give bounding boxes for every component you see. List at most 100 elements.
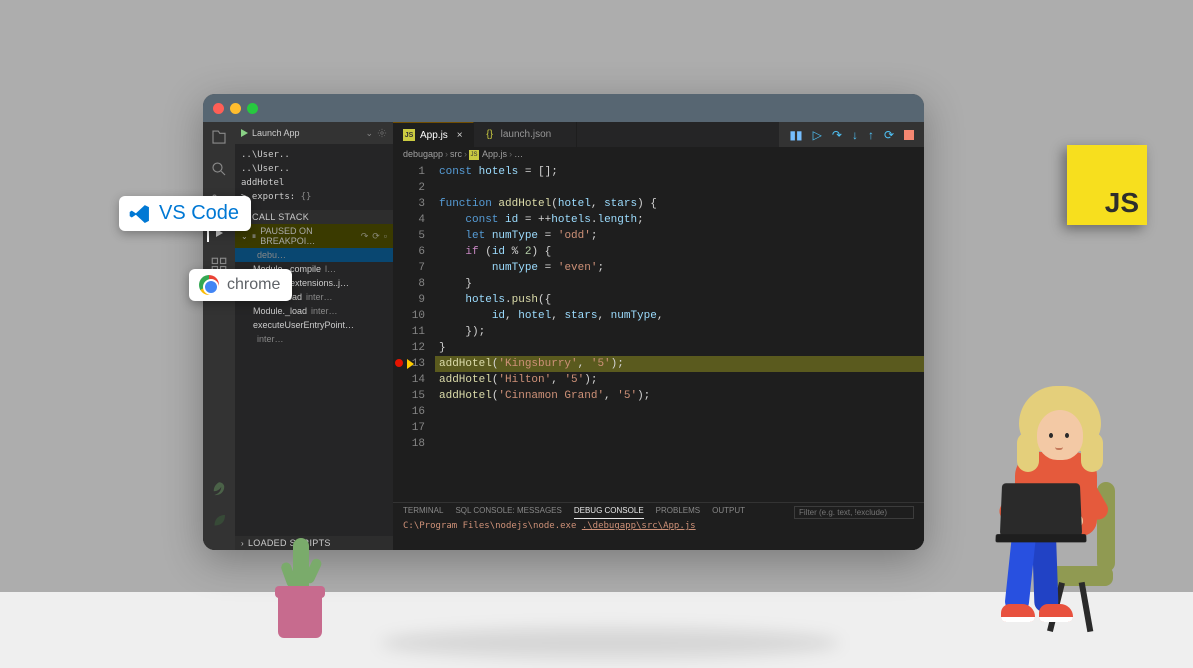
bottom-panel: TERMINAL SQL CONSOLE: MESSAGES DEBUG CONSO…: [393, 502, 924, 550]
callstack-header[interactable]: ⌄ CALL STACK: [235, 210, 393, 224]
continue-button[interactable]: ▷: [813, 128, 822, 142]
chevron-down-icon: ⌄: [241, 232, 248, 241]
code-line[interactable]: }: [435, 340, 924, 356]
maximize-dot[interactable]: [247, 103, 258, 114]
step-icon[interactable]: ↷: [361, 231, 369, 242]
line-number[interactable]: 3: [393, 196, 425, 212]
breadcrumb-item[interactable]: src: [450, 149, 462, 159]
code-line[interactable]: id, hotel, stars, numType,: [435, 308, 924, 324]
console-prefix: C:\Program Files\nodejs\node.exe: [403, 521, 582, 531]
line-number[interactable]: 7: [393, 260, 425, 276]
start-debug-icon[interactable]: [241, 129, 248, 137]
code-line[interactable]: addHotel('Kingsburry', '5');: [435, 356, 924, 372]
step-over-button[interactable]: ↷: [832, 128, 842, 142]
stack-frame[interactable]: debu…: [235, 248, 393, 262]
close-dot[interactable]: [213, 103, 224, 114]
loaded-scripts-header[interactable]: › LOADED SCRIPTS: [235, 536, 393, 550]
code-editor[interactable]: 123456789101112131415161718 const hotels…: [393, 162, 924, 502]
stack-frame[interactable]: executeUserEntryPoint…: [235, 318, 393, 332]
breadcrumb-item[interactable]: …: [514, 149, 523, 159]
panel-tab-sql-console-messages[interactable]: SQL CONSOLE: MESSAGES: [455, 506, 561, 519]
code-line[interactable]: function addHotel(hotel, stars) {: [435, 196, 924, 212]
code-line[interactable]: addHotel('Cinnamon Grand', '5');: [435, 388, 924, 404]
code-line[interactable]: addHotel('Hilton', '5');: [435, 372, 924, 388]
activity-bar: [203, 122, 235, 550]
debug-pane: Launch App ⌄ ..\User....\User.. addHotel…: [235, 122, 393, 550]
code-line[interactable]: hotels.push({: [435, 292, 924, 308]
line-number[interactable]: 8: [393, 276, 425, 292]
stop-icon[interactable]: ▫: [384, 231, 387, 242]
json-file-icon: {}: [484, 129, 496, 141]
line-number[interactable]: 4: [393, 212, 425, 228]
code-line[interactable]: [435, 420, 924, 436]
code-line[interactable]: [435, 404, 924, 420]
panel-tabs: TERMINAL SQL CONSOLE: MESSAGES DEBUG CONSO…: [393, 503, 924, 519]
leaf-icon[interactable]: [210, 480, 228, 498]
step-into-button[interactable]: ↓: [852, 128, 858, 142]
vscode-label: VS Code: [159, 202, 239, 225]
step-out-button[interactable]: ↑: [868, 128, 874, 142]
paused-text: PAUSED ON BREAKPOI…: [260, 226, 356, 246]
gutter: 123456789101112131415161718: [393, 162, 431, 502]
code-line[interactable]: [435, 180, 924, 196]
code-line[interactable]: numType = 'even';: [435, 260, 924, 276]
variable-row[interactable]: addHotel: [241, 176, 387, 190]
debug-console-output: C:\Program Files\nodejs\node.exe .\debug…: [393, 519, 924, 533]
breadcrumb[interactable]: debugapp›src›JSApp.js›…: [393, 147, 924, 162]
line-number[interactable]: 12: [393, 340, 425, 356]
line-number[interactable]: 16: [393, 404, 425, 420]
line-number[interactable]: 14: [393, 372, 425, 388]
line-number[interactable]: 17: [393, 420, 425, 436]
line-number[interactable]: 5: [393, 228, 425, 244]
panel-filter-input[interactable]: [794, 506, 914, 519]
code-line[interactable]: }: [435, 276, 924, 292]
console-link[interactable]: .\debugapp\src\App.js: [582, 521, 696, 531]
stack-frame[interactable]: Module._loadinter…: [235, 304, 393, 318]
pause-button[interactable]: ▮▮: [789, 128, 802, 142]
code-line[interactable]: });: [435, 324, 924, 340]
line-number[interactable]: 18: [393, 436, 425, 452]
line-number[interactable]: 2: [393, 180, 425, 196]
code-line[interactable]: const id = ++hotels.length;: [435, 212, 924, 228]
variable-row[interactable]: ..\User..: [241, 148, 387, 162]
line-number[interactable]: 9: [393, 292, 425, 308]
stop-button[interactable]: [904, 130, 914, 140]
code-line[interactable]: const hotels = [];: [435, 164, 924, 180]
launch-config-select[interactable]: Launch App: [252, 128, 361, 138]
line-number[interactable]: 1: [393, 164, 425, 180]
code-line[interactable]: if (id % 2) {: [435, 244, 924, 260]
restart-button[interactable]: ⟳: [884, 128, 894, 142]
editor-tabs: JSApp.js×{}launch.json× ▮▮ ▷ ↷ ↓ ↑ ⟳: [393, 122, 924, 147]
code-body[interactable]: const hotels = []; function addHotel(hote…: [431, 162, 924, 502]
launch-row: Launch App ⌄: [235, 122, 393, 144]
line-number[interactable]: 11: [393, 324, 425, 340]
panel-tab-terminal[interactable]: TERMINAL: [403, 506, 443, 519]
gear-icon[interactable]: [377, 128, 387, 138]
leaf2-icon[interactable]: [210, 512, 228, 530]
callstack-title: CALL STACK: [252, 212, 309, 222]
tab-launch-json[interactable]: {}launch.json×: [474, 122, 577, 147]
search-icon[interactable]: [210, 160, 228, 178]
explorer-icon[interactable]: [210, 128, 228, 146]
vscode-icon: [129, 203, 151, 225]
breadcrumb-item[interactable]: debugapp: [403, 149, 443, 159]
variable-row[interactable]: > exports: {}: [241, 190, 387, 204]
panel-tab-problems[interactable]: PROBLEMS: [656, 506, 700, 519]
line-number[interactable]: 15: [393, 388, 425, 404]
line-number[interactable]: 13: [393, 356, 425, 372]
vscode-tag: VS Code: [119, 196, 251, 231]
variable-row[interactable]: ..\User..: [241, 162, 387, 176]
line-number[interactable]: 6: [393, 244, 425, 260]
code-line[interactable]: let numType = 'odd';: [435, 228, 924, 244]
breadcrumb-item[interactable]: JSApp.js: [469, 149, 507, 159]
restart-icon[interactable]: ⟳: [372, 231, 380, 242]
tab-app-js[interactable]: JSApp.js×: [393, 122, 474, 147]
panel-tab-debug-console[interactable]: DEBUG CONSOLE: [574, 506, 644, 519]
code-line[interactable]: [435, 436, 924, 452]
stack-frame[interactable]: inter…: [235, 332, 393, 346]
line-number[interactable]: 10: [393, 308, 425, 324]
close-tab-icon[interactable]: ×: [457, 130, 463, 141]
chrome-label: chrome: [227, 276, 280, 294]
panel-tab-output[interactable]: OUTPUT: [712, 506, 745, 519]
minimize-dot[interactable]: [230, 103, 241, 114]
